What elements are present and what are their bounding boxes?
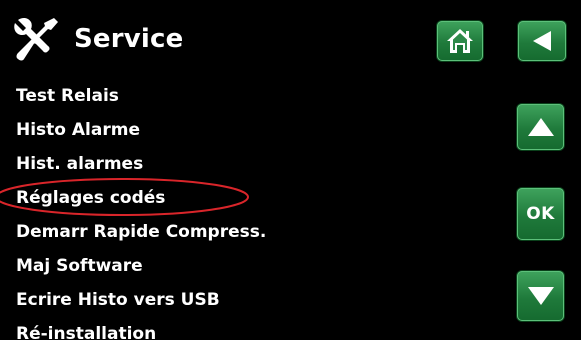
arrow-down-icon [527,287,554,305]
menu-item-demarr-rapide-compress[interactable]: Demarr Rapide Compress. [16,215,266,249]
page-title: Service [74,24,184,54]
scroll-down-button[interactable] [517,271,564,321]
menu-item-ecrire-histo-usb[interactable]: Ecrire Histo vers USB [16,283,266,317]
back-arrow-icon [533,31,551,51]
header: Service [10,14,184,64]
service-screen: Service Test Relais Histo Alarme Hist. a… [0,0,581,340]
arrow-up-icon [527,118,554,136]
tools-icon [14,17,58,61]
menu-item-maj-software[interactable]: Maj Software [16,249,266,283]
menu-item-histo-alarme[interactable]: Histo Alarme [16,113,266,147]
menu-item-hist-alarmes[interactable]: Hist. alarmes [16,147,266,181]
back-button[interactable] [518,21,566,61]
ok-button[interactable]: OK [517,188,564,240]
ok-label: OK [526,204,555,224]
home-button[interactable] [437,21,483,61]
scroll-up-button[interactable] [517,104,564,150]
service-menu: Test Relais Histo Alarme Hist. alarmes R… [16,79,266,340]
menu-item-test-relais[interactable]: Test Relais [16,79,266,113]
home-icon [447,29,473,53]
menu-item-re-installation[interactable]: Ré-installation [16,317,266,340]
menu-item-reglages-codes[interactable]: Réglages codés [16,181,266,215]
